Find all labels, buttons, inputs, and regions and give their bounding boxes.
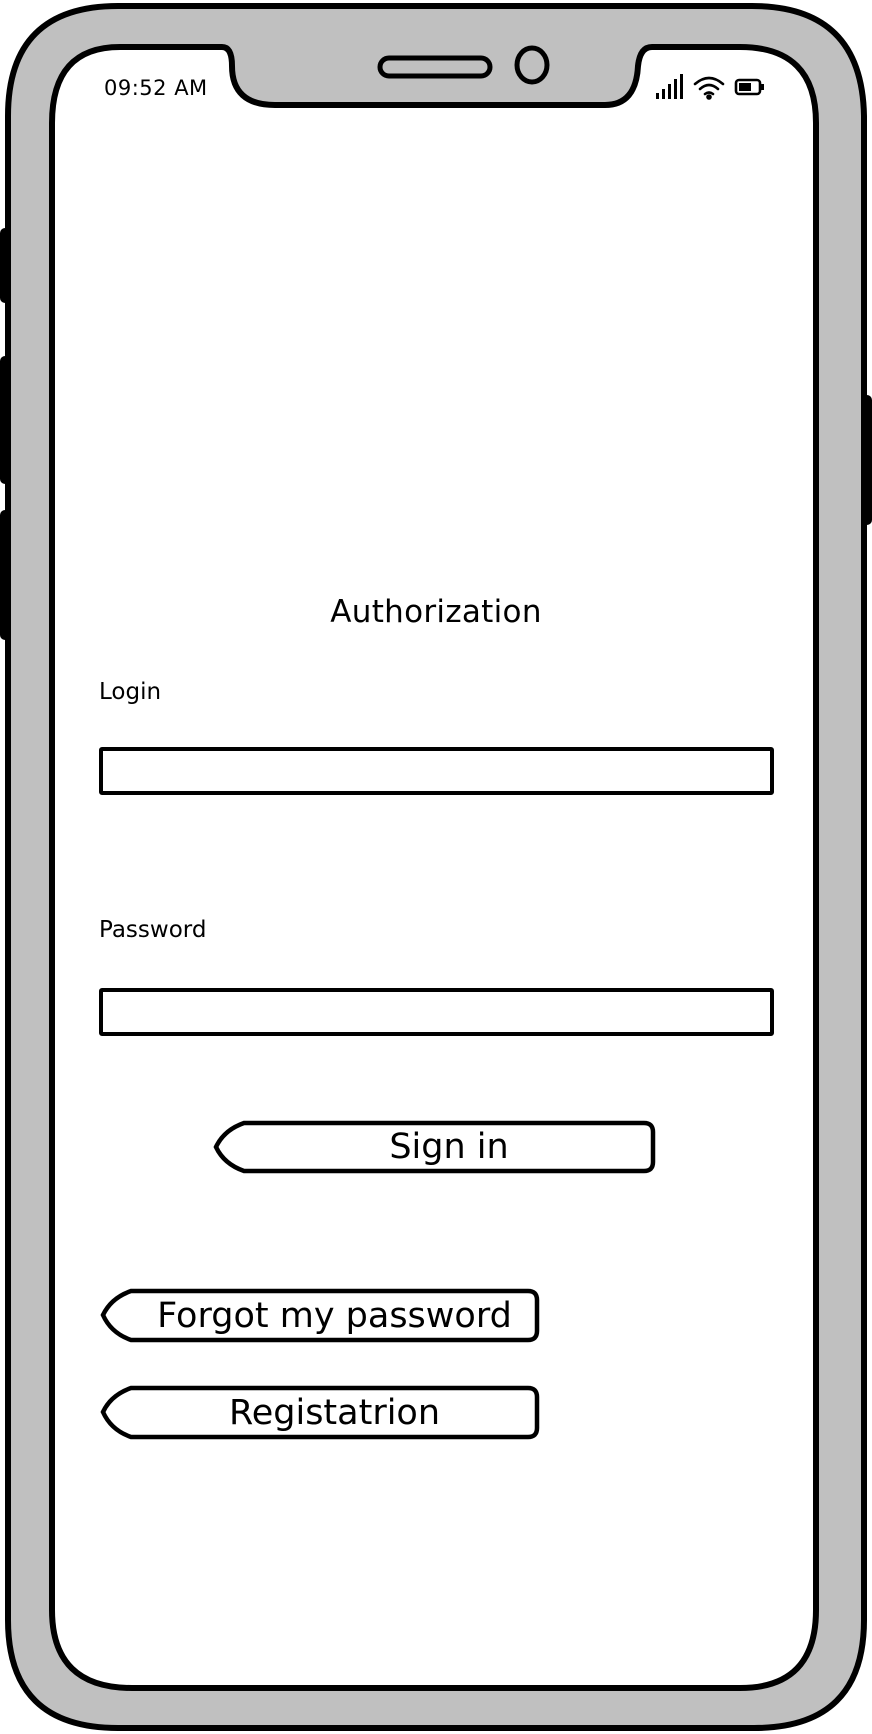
forgot-password-button[interactable]: Forgot my password <box>99 1288 540 1343</box>
battery-icon <box>734 78 764 96</box>
sign-in-label: Sign in <box>389 1127 509 1167</box>
sign-in-button[interactable]: Sign in <box>212 1120 656 1174</box>
signal-icon <box>656 74 683 99</box>
registration-label: Registatrion <box>228 1392 441 1433</box>
login-input[interactable] <box>99 747 774 795</box>
password-label: Password <box>99 917 207 943</box>
status-time: 09:52 AM <box>104 76 208 100</box>
page-title: Authorization <box>330 594 542 630</box>
wifi-icon <box>693 76 725 100</box>
forgot-password-label: Forgot my password <box>157 1295 512 1336</box>
phone-screen <box>49 44 819 1691</box>
speaker-grille <box>377 55 493 79</box>
registration-button[interactable]: Registatrion <box>99 1385 540 1440</box>
login-label: Login <box>99 679 162 705</box>
phone-frame <box>0 3 872 1731</box>
front-camera <box>514 45 550 85</box>
password-input[interactable] <box>99 988 774 1036</box>
status-icons <box>656 74 764 100</box>
